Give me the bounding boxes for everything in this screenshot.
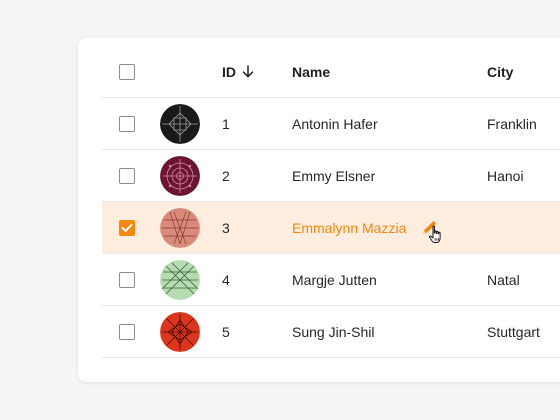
row-name-cell: Emmalynn Mazzia bbox=[292, 202, 441, 253]
table-header-row: ID Name City bbox=[102, 46, 560, 98]
arrow-down-icon[interactable] bbox=[242, 65, 254, 78]
table-row-selected[interactable]: 3 Emmalynn Mazzia bbox=[102, 202, 560, 254]
column-header-name-label: Name bbox=[292, 63, 331, 80]
column-header-city[interactable]: City bbox=[487, 46, 513, 97]
column-header-id-label: ID bbox=[222, 63, 236, 80]
row-select-cell bbox=[119, 254, 135, 305]
edit-button[interactable] bbox=[420, 219, 441, 243]
column-header-city-label: City bbox=[487, 63, 514, 80]
avatar-cell bbox=[160, 202, 200, 253]
avatar-cell bbox=[160, 98, 200, 149]
row-city: Stuttgart bbox=[487, 323, 540, 340]
row-select-cell bbox=[119, 98, 135, 149]
avatar bbox=[160, 259, 200, 300]
row-checkbox[interactable] bbox=[119, 271, 135, 288]
hand-pointer-cursor-icon bbox=[429, 224, 441, 243]
header-select-cell bbox=[119, 46, 135, 97]
column-header-name[interactable]: Name bbox=[292, 46, 330, 97]
avatar bbox=[160, 155, 200, 196]
avatar bbox=[160, 103, 200, 144]
row-id: 4 bbox=[222, 271, 230, 288]
avatar bbox=[160, 311, 200, 352]
row-city: Franklin bbox=[487, 115, 537, 132]
data-table-card: ID Name City 1 Antonin Hafer Franklin 2 … bbox=[78, 38, 560, 382]
avatar-cell bbox=[160, 306, 200, 357]
row-city: Natal bbox=[487, 271, 520, 288]
table-row[interactable]: 1 Antonin Hafer Franklin bbox=[102, 98, 560, 150]
avatar-cell bbox=[160, 150, 200, 201]
table-row[interactable]: 5 Sung Jin-Shil Stuttgart bbox=[102, 306, 560, 358]
row-id: 5 bbox=[222, 323, 230, 340]
table-row[interactable]: 2 Emmy Elsner Hanoi bbox=[102, 150, 560, 202]
row-id: 2 bbox=[222, 167, 230, 184]
avatar-cell bbox=[160, 254, 200, 305]
row-select-cell bbox=[119, 150, 135, 201]
row-checkbox-checked[interactable] bbox=[119, 219, 135, 236]
row-name: Emmalynn Mazzia bbox=[292, 219, 407, 236]
row-id: 1 bbox=[222, 115, 230, 132]
column-header-id[interactable]: ID bbox=[222, 46, 254, 97]
row-name: Sung Jin-Shil bbox=[292, 323, 375, 340]
data-table: ID Name City 1 Antonin Hafer Franklin 2 … bbox=[102, 46, 560, 358]
table-row[interactable]: 4 Margje Jutten Natal bbox=[102, 254, 560, 306]
row-name: Margje Jutten bbox=[292, 271, 377, 288]
row-checkbox[interactable] bbox=[119, 115, 135, 132]
row-name: Emmy Elsner bbox=[292, 167, 376, 184]
checkmark-icon bbox=[121, 223, 133, 232]
row-city: Hanoi bbox=[487, 167, 524, 184]
row-select-cell bbox=[119, 306, 135, 357]
row-name: Antonin Hafer bbox=[292, 115, 378, 132]
row-checkbox[interactable] bbox=[119, 323, 135, 340]
avatar bbox=[160, 207, 200, 248]
select-all-checkbox[interactable] bbox=[119, 63, 135, 80]
row-checkbox[interactable] bbox=[119, 167, 135, 184]
row-select-cell bbox=[119, 202, 135, 253]
row-id: 3 bbox=[222, 219, 230, 236]
